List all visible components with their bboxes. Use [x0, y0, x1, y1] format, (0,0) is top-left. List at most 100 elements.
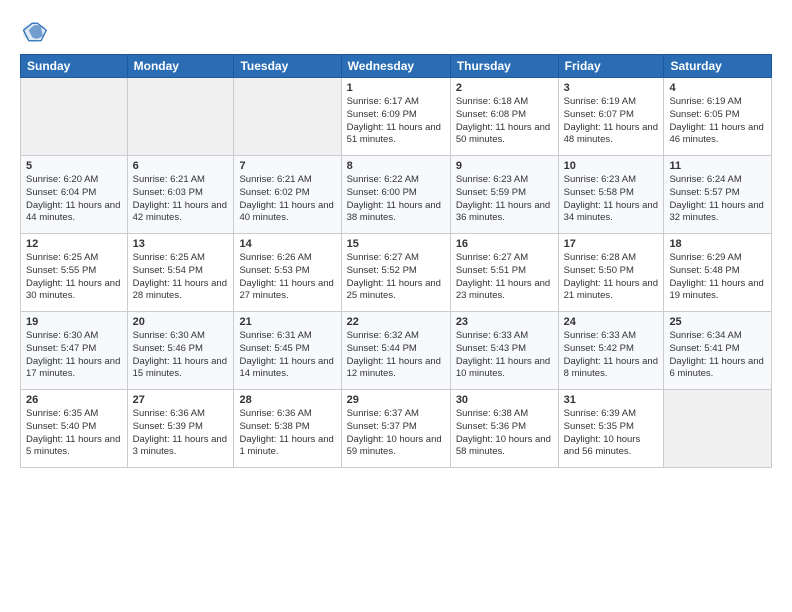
cell-info: Sunrise: 6:37 AM Sunset: 5:37 PM Dayligh…: [347, 408, 445, 459]
cell-info: Sunrise: 6:32 AM Sunset: 5:44 PM Dayligh…: [347, 330, 445, 381]
calendar-cell: 27Sunrise: 6:36 AM Sunset: 5:39 PM Dayli…: [127, 390, 234, 468]
calendar-cell: 22Sunrise: 6:32 AM Sunset: 5:44 PM Dayli…: [341, 312, 450, 390]
calendar-cell: [127, 78, 234, 156]
calendar-cell: 18 Sunrise: 6:29 AM Sunset: 5:48 PM Dayli…: [664, 234, 772, 312]
day-number: 11: [669, 160, 766, 172]
cell-info: Sunrise: 6:36 AM Sunset: 5:38 PM Dayligh…: [239, 408, 335, 459]
day-number: 2: [456, 82, 553, 94]
weekday-header: Tuesday: [234, 55, 341, 78]
day-number: 16: [456, 238, 553, 250]
day-number: 30: [456, 394, 553, 406]
cell-info: Sunrise: 6:39 AM Sunset: 5:35 PM Dayligh…: [564, 408, 659, 459]
day-number: 3: [564, 82, 659, 94]
cell-info: Sunrise: 6:30 AM Sunset: 5:46 PM Dayligh…: [133, 330, 229, 381]
day-number: 4: [669, 82, 766, 94]
calendar-cell: 14Sunrise: 6:26 AM Sunset: 5:53 PM Dayli…: [234, 234, 341, 312]
weekday-header: Thursday: [450, 55, 558, 78]
cell-info: Sunrise: 6:27 AM Sunset: 5:52 PM Dayligh…: [347, 252, 445, 303]
day-number: 12: [26, 238, 122, 250]
calendar-cell: [234, 78, 341, 156]
day-number: 25: [669, 316, 766, 328]
weekday-header: Friday: [558, 55, 664, 78]
calendar-cell: [21, 78, 128, 156]
calendar-cell: 31 Sunrise: 6:39 AM Sunset: 5:35 PM Dayli…: [558, 390, 664, 468]
calendar-week-row: 12 Sunrise: 6:25 AM Sunset: 5:55 PM Dayli…: [21, 234, 772, 312]
calendar-cell: 15 Sunrise: 6:27 AM Sunset: 5:52 PM Dayli…: [341, 234, 450, 312]
cell-info: Sunrise: 6:34 AM Sunset: 5:41 PM Dayligh…: [669, 330, 766, 381]
cell-info: Sunrise: 6:24 AM Sunset: 5:57 PM Dayligh…: [669, 174, 766, 225]
day-number: 21: [239, 316, 335, 328]
day-number: 9: [456, 160, 553, 172]
day-number: 19: [26, 316, 122, 328]
calendar-week-row: 26 Sunrise: 6:35 AM Sunset: 5:40 PM Dayli…: [21, 390, 772, 468]
day-number: 31: [564, 394, 659, 406]
day-number: 13: [133, 238, 229, 250]
day-number: 6: [133, 160, 229, 172]
cell-info: Sunrise: 6:35 AM Sunset: 5:40 PM Dayligh…: [26, 408, 122, 459]
day-number: 10: [564, 160, 659, 172]
cell-info: Sunrise: 6:25 AM Sunset: 5:55 PM Dayligh…: [26, 252, 122, 303]
calendar-cell: 1 Sunrise: 6:17 AM Sunset: 6:09 PM Daylig…: [341, 78, 450, 156]
calendar-cell: 6Sunrise: 6:21 AM Sunset: 6:03 PM Daylig…: [127, 156, 234, 234]
calendar-table: SundayMondayTuesdayWednesdayThursdayFrid…: [20, 54, 772, 468]
day-number: 27: [133, 394, 229, 406]
page: SundayMondayTuesdayWednesdayThursdayFrid…: [0, 0, 792, 612]
cell-info: Sunrise: 6:19 AM Sunset: 6:05 PM Dayligh…: [669, 96, 766, 147]
cell-info: Sunrise: 6:27 AM Sunset: 5:51 PM Dayligh…: [456, 252, 553, 303]
calendar-body: 1 Sunrise: 6:17 AM Sunset: 6:09 PM Daylig…: [21, 78, 772, 468]
day-number: 28: [239, 394, 335, 406]
calendar-week-row: 1 Sunrise: 6:17 AM Sunset: 6:09 PM Daylig…: [21, 78, 772, 156]
calendar-header: SundayMondayTuesdayWednesdayThursdayFrid…: [21, 55, 772, 78]
day-number: 18: [669, 238, 766, 250]
calendar-cell: 17Sunrise: 6:28 AM Sunset: 5:50 PM Dayli…: [558, 234, 664, 312]
cell-info: Sunrise: 6:31 AM Sunset: 5:45 PM Dayligh…: [239, 330, 335, 381]
day-number: 1: [347, 82, 445, 94]
weekday-row: SundayMondayTuesdayWednesdayThursdayFrid…: [21, 55, 772, 78]
calendar-cell: 13 Sunrise: 6:25 AM Sunset: 5:54 PM Dayli…: [127, 234, 234, 312]
day-number: 8: [347, 160, 445, 172]
cell-info: Sunrise: 6:21 AM Sunset: 6:02 PM Dayligh…: [239, 174, 335, 225]
calendar-cell: 29 Sunrise: 6:37 AM Sunset: 5:37 PM Dayli…: [341, 390, 450, 468]
day-number: 20: [133, 316, 229, 328]
cell-info: Sunrise: 6:25 AM Sunset: 5:54 PM Dayligh…: [133, 252, 229, 303]
cell-info: Sunrise: 6:19 AM Sunset: 6:07 PM Dayligh…: [564, 96, 659, 147]
calendar-week-row: 5 Sunrise: 6:20 AM Sunset: 6:04 PM Daylig…: [21, 156, 772, 234]
calendar-cell: 20 Sunrise: 6:30 AM Sunset: 5:46 PM Dayli…: [127, 312, 234, 390]
calendar-cell: 12 Sunrise: 6:25 AM Sunset: 5:55 PM Dayli…: [21, 234, 128, 312]
calendar-cell: 8Sunrise: 6:22 AM Sunset: 6:00 PM Daylig…: [341, 156, 450, 234]
calendar-cell: 10 Sunrise: 6:23 AM Sunset: 5:58 PM Dayli…: [558, 156, 664, 234]
weekday-header: Monday: [127, 55, 234, 78]
calendar-cell: 4 Sunrise: 6:19 AM Sunset: 6:05 PM Daylig…: [664, 78, 772, 156]
cell-info: Sunrise: 6:29 AM Sunset: 5:48 PM Dayligh…: [669, 252, 766, 303]
calendar-cell: 7 Sunrise: 6:21 AM Sunset: 6:02 PM Daylig…: [234, 156, 341, 234]
cell-info: Sunrise: 6:20 AM Sunset: 6:04 PM Dayligh…: [26, 174, 122, 225]
weekday-header: Sunday: [21, 55, 128, 78]
header: [20, 18, 772, 46]
cell-info: Sunrise: 6:30 AM Sunset: 5:47 PM Dayligh…: [26, 330, 122, 381]
calendar-cell: 23Sunrise: 6:33 AM Sunset: 5:43 PM Dayli…: [450, 312, 558, 390]
day-number: 24: [564, 316, 659, 328]
calendar-cell: 16 Sunrise: 6:27 AM Sunset: 5:51 PM Dayli…: [450, 234, 558, 312]
cell-info: Sunrise: 6:33 AM Sunset: 5:43 PM Dayligh…: [456, 330, 553, 381]
calendar-cell: 5 Sunrise: 6:20 AM Sunset: 6:04 PM Daylig…: [21, 156, 128, 234]
calendar-cell: 30 Sunrise: 6:38 AM Sunset: 5:36 PM Dayli…: [450, 390, 558, 468]
day-number: 15: [347, 238, 445, 250]
day-number: 5: [26, 160, 122, 172]
weekday-header: Saturday: [664, 55, 772, 78]
logo-icon: [20, 18, 48, 46]
cell-info: Sunrise: 6:33 AM Sunset: 5:42 PM Dayligh…: [564, 330, 659, 381]
cell-info: Sunrise: 6:23 AM Sunset: 5:58 PM Dayligh…: [564, 174, 659, 225]
cell-info: Sunrise: 6:28 AM Sunset: 5:50 PM Dayligh…: [564, 252, 659, 303]
calendar-cell: 24 Sunrise: 6:33 AM Sunset: 5:42 PM Dayli…: [558, 312, 664, 390]
calendar-cell: 28 Sunrise: 6:36 AM Sunset: 5:38 PM Dayli…: [234, 390, 341, 468]
day-number: 29: [347, 394, 445, 406]
day-number: 26: [26, 394, 122, 406]
calendar-cell: 2Sunrise: 6:18 AM Sunset: 6:08 PM Daylig…: [450, 78, 558, 156]
cell-info: Sunrise: 6:17 AM Sunset: 6:09 PM Dayligh…: [347, 96, 445, 147]
calendar-cell: [664, 390, 772, 468]
day-number: 7: [239, 160, 335, 172]
calendar-cell: 3 Sunrise: 6:19 AM Sunset: 6:07 PM Daylig…: [558, 78, 664, 156]
logo: [20, 18, 52, 46]
calendar-week-row: 19 Sunrise: 6:30 AM Sunset: 5:47 PM Dayli…: [21, 312, 772, 390]
cell-info: Sunrise: 6:38 AM Sunset: 5:36 PM Dayligh…: [456, 408, 553, 459]
